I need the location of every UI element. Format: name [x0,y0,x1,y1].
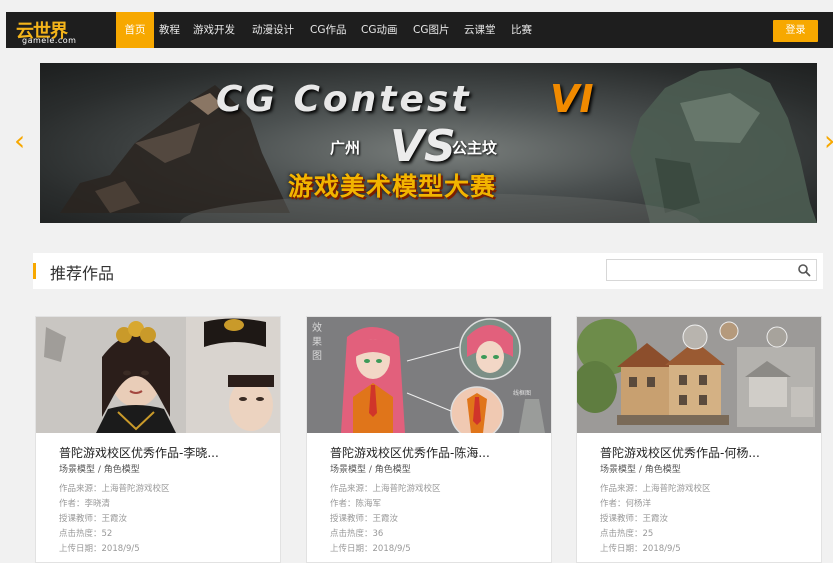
thumb-label-2: 果 [312,336,322,348]
work-author: 作者：陈海军 [330,499,382,509]
banner-title-number: VI [550,77,594,121]
work-title[interactable]: 普陀游戏校区优秀作品-何杨... [600,444,760,461]
nav-item-tutorials[interactable]: 教程 [159,12,180,48]
work-views: 点击热度：52 [59,529,113,539]
section-accent-bar [33,263,36,279]
hero-banner[interactable]: CG Contest VI 广州 VS 公主坟 游戏美术模型大赛 [40,63,817,223]
nav-item-anime-design[interactable]: 动漫设计 [252,12,294,48]
login-button[interactable]: 登录 [773,20,818,42]
work-author: 作者：李晓清 [59,499,111,509]
recommended-header: 推荐作品 [33,253,823,289]
banner-vs: VS [390,121,456,172]
banner-title: CG Contest [216,79,472,120]
search-input[interactable] [607,260,787,280]
nav-item-cloud-class[interactable]: 云课堂 [464,12,496,48]
work-views: 点击热度：25 [600,529,654,539]
work-teacher: 授课教师：王霞汝 [59,514,128,524]
thumb-label-1: 效 [312,321,322,334]
work-teacher: 授课教师：王霞汝 [330,514,399,524]
search-icon[interactable] [797,263,811,277]
work-card[interactable]: 普陀游戏校区优秀作品-李晓... 场景模型 / 角色模型 作品来源：上海普陀游戏… [35,316,281,563]
top-nav: 云世界 gamele.com 首页 教程 游戏开发 动漫设计 CG作品 CG动画… [6,12,833,48]
work-source: 作品来源：上海普陀游戏校区 [600,484,711,494]
work-views: 点击热度：36 [330,529,384,539]
nav-item-cg-works[interactable]: CG作品 [310,12,346,48]
work-thumbnail[interactable] [577,317,821,433]
nav-item-contest[interactable]: 比赛 [511,12,532,48]
thumb-label-3: 图 [312,350,322,362]
work-thumbnail[interactable] [36,317,280,433]
carousel-next-icon[interactable]: › [824,127,833,155]
work-source: 作品来源：上海普陀游戏校区 [59,484,170,494]
nav-item-home[interactable]: 首页 [116,12,154,48]
work-category: 场景模型 / 角色模型 [330,465,411,475]
work-author: 作者：何杨洋 [600,499,652,509]
work-title[interactable]: 普陀游戏校区优秀作品-陈海... [330,444,490,461]
site-logo[interactable]: 云世界 gamele.com [10,17,102,45]
work-category: 场景模型 / 角色模型 [59,465,140,475]
work-title[interactable]: 普陀游戏校区优秀作品-李晓... [59,444,219,461]
work-card[interactable]: 效 果 图 线框图 普陀游戏校区优秀作品-陈海... 场景模型 / 角色模型 作… [306,316,552,563]
work-thumbnail[interactable]: 效 果 图 线框图 [307,317,551,433]
search-box [606,259,817,281]
banner-right-team: 公主坟 [452,139,498,157]
work-date: 上传日期：2018/9/5 [59,544,140,554]
nav-item-cg-animation[interactable]: CG动画 [361,12,397,48]
banner-subtitle: 游戏美术模型大赛 [288,172,497,201]
work-category: 场景模型 / 角色模型 [600,465,681,475]
work-card[interactable]: 普陀游戏校区优秀作品-何杨... 场景模型 / 角色模型 作品来源：上海普陀游戏… [576,316,822,563]
nav-item-cg-images[interactable]: CG图片 [413,12,449,48]
work-teacher: 授课教师：王霞汝 [600,514,669,524]
carousel-prev-icon[interactable]: ‹ [14,127,25,155]
work-date: 上传日期：2018/9/5 [330,544,411,554]
banner-left-team: 广州 [330,139,361,157]
section-title: 推荐作品 [50,264,115,283]
work-date: 上传日期：2018/9/5 [600,544,681,554]
work-source: 作品来源：上海普陀游戏校区 [330,484,441,494]
thumb-tag: 线框图 [513,389,531,397]
nav-item-game-dev[interactable]: 游戏开发 [193,12,235,48]
logo-domain: gamele.com [22,36,77,45]
